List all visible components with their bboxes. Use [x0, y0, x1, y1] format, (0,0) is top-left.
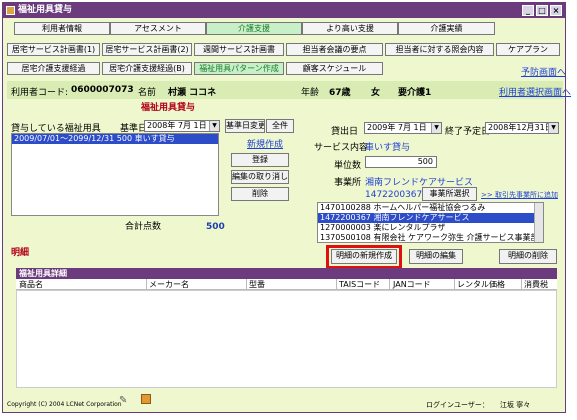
- user-gender: 女: [371, 88, 381, 98]
- list-item[interactable]: 1472200367 湘南フレンドケアサービス: [318, 213, 543, 223]
- dropdown-arrow-icon: ▼: [209, 121, 219, 131]
- maximize-button[interactable]: □: [536, 5, 548, 16]
- dropdown-arrow-icon: ▼: [431, 123, 441, 133]
- list-item[interactable]: 2009/07/01～2099/12/31 500 車いす貸与: [12, 134, 218, 144]
- col-maker: メーカー名: [149, 280, 189, 289]
- nav-weekly-plan[interactable]: 週間サービス計画書: [194, 43, 284, 56]
- app-logo-icon[interactable]: [141, 394, 151, 404]
- window-title: 福祉用具貸与: [18, 5, 73, 15]
- user-select-link[interactable]: 利用者選択画面へ: [499, 85, 571, 98]
- cancel-edit-button[interactable]: 編集の取り消し: [231, 170, 289, 184]
- grid-header-row: 商品名 メーカー名 型番 TAISコード JANコード レンタル価格 消費税: [16, 279, 557, 290]
- login-user-label: ログインユーザー：: [426, 401, 489, 409]
- nav-support-progress[interactable]: 居宅介護支援経過: [7, 62, 100, 75]
- login-user-name: 江坂 寧々: [500, 401, 531, 409]
- col-tax: 消費税: [524, 280, 548, 289]
- list-item[interactable]: 1270000003 楽にレンタルプラザ: [318, 223, 543, 233]
- minimize-button[interactable]: _: [522, 5, 534, 16]
- office-code: 1472200367: [365, 190, 423, 200]
- delete-button[interactable]: 削除: [231, 187, 289, 201]
- all-button[interactable]: 全件: [266, 119, 294, 133]
- base-date-value: 2008年 7月 1日: [147, 121, 207, 130]
- col-tais: TAISコード: [339, 280, 381, 289]
- nav-assessment[interactable]: アセスメント: [110, 22, 206, 35]
- total-points-value: 500: [206, 222, 225, 232]
- grid-title: 福祉用具詳細: [16, 268, 557, 279]
- highlight-box: [326, 245, 402, 269]
- list-item[interactable]: 1470100288 ホームヘルパー福祉協会つるみ: [318, 203, 543, 213]
- nav-inquiry[interactable]: 担当者に対する照会内容: [385, 43, 494, 56]
- pen-icon[interactable]: ✎: [119, 395, 127, 406]
- col-product-name: 商品名: [19, 280, 43, 289]
- age-label: 年齢: [301, 88, 320, 98]
- delete-detail-button[interactable]: 明細の削除: [499, 249, 557, 264]
- list-item[interactable]: 1370500108 有限会社 ケアワーク弥生 介護サービス事業部: [318, 233, 543, 242]
- section-title: 福祉用具貸与: [141, 103, 196, 113]
- nav-care-plan[interactable]: ケアプラン: [496, 43, 560, 56]
- base-date-picker[interactable]: 2008年 7月 1日 ▼: [144, 120, 220, 132]
- service-content-label: サービス内容: [314, 143, 369, 153]
- edit-detail-button[interactable]: 明細の編集: [409, 249, 463, 264]
- base-date-change-button[interactable]: 基準日変更: [225, 119, 265, 133]
- nav-customer-schedule[interactable]: 顧客スケジュール: [286, 62, 383, 75]
- nav-care-plan-2[interactable]: 居宅サービス計画書(2): [102, 43, 192, 56]
- close-button[interactable]: ×: [550, 5, 562, 16]
- new-create-link[interactable]: 新規作成: [247, 137, 283, 150]
- app-icon: [6, 6, 15, 15]
- nav-higher-support[interactable]: より高い支援: [302, 22, 398, 35]
- nav-care-results[interactable]: 介護実績: [398, 22, 495, 35]
- rental-items-list[interactable]: 2009/07/01～2099/12/31 500 車いす貸与: [11, 133, 219, 216]
- detail-label: 明細: [11, 248, 30, 258]
- col-model: 型番: [249, 280, 265, 289]
- office-list[interactable]: 1470100288 ホームヘルパー福祉協会つるみ 1472200367 湘南フ…: [317, 202, 544, 243]
- forecast-link[interactable]: 予防画面へ: [521, 65, 566, 78]
- register-button[interactable]: 登録: [231, 153, 289, 167]
- user-age: 67歳: [329, 88, 351, 98]
- service-content-value: 車いす貸与: [365, 143, 411, 153]
- total-points-label: 合計点数: [125, 222, 162, 232]
- user-info-bar: 利用者コード: 0600007073 名前 村瀬 ココネ 年齢 67歳 女 要介…: [7, 81, 571, 99]
- end-date-picker[interactable]: 2008年12月31日 ▼: [485, 122, 559, 134]
- main-window: 福祉用具貸与 _ □ × 利用者情報 アセスメント 介護支援 より高い支援 介護…: [2, 2, 571, 413]
- office-label: 事業所: [334, 178, 362, 188]
- rent-date-picker[interactable]: 2009年 7月 1日 ▼: [364, 122, 442, 134]
- scrollbar[interactable]: [534, 203, 543, 242]
- end-date-value: 2008年12月31日: [488, 123, 553, 132]
- office-select-button[interactable]: 事業所選択: [422, 187, 477, 201]
- copyright: Copyright (C) 2004 LCNet Corporation: [7, 401, 122, 408]
- nav-welfare-pattern[interactable]: 福祉用具パターン作成: [194, 62, 284, 75]
- nav-user-info[interactable]: 利用者情報: [14, 22, 110, 35]
- rent-date-value: 2009年 7月 1日: [367, 123, 427, 132]
- care-level: 要介護1: [398, 88, 432, 98]
- nav-care-support[interactable]: 介護支援: [206, 22, 302, 35]
- rent-date-label: 貸出日: [331, 127, 359, 137]
- dropdown-arrow-icon: ▼: [548, 123, 558, 133]
- units-label: 単位数: [334, 161, 362, 171]
- add-to-office-link[interactable]: >> 取引先事業所に追加: [481, 190, 558, 200]
- detail-grid[interactable]: [16, 290, 557, 388]
- nav-care-plan-1[interactable]: 居宅サービス計画書(1): [7, 43, 100, 56]
- nav-meeting-points[interactable]: 担当者会議の要点: [286, 43, 383, 56]
- user-name: 村瀬 ココネ: [168, 88, 217, 98]
- user-code: 0600007073: [71, 85, 134, 95]
- end-date-label: 終了予定日: [445, 127, 491, 137]
- col-rental-price: レンタル価格: [457, 280, 505, 289]
- title-bar: 福祉用具貸与 _ □ ×: [3, 3, 565, 18]
- name-label: 名前: [138, 88, 157, 98]
- nav-support-progress-b[interactable]: 居宅介護支援経過(B): [102, 62, 192, 75]
- units-input[interactable]: 500: [365, 156, 437, 168]
- col-jan: JANコード: [393, 280, 431, 289]
- user-code-label: 利用者コード:: [11, 88, 69, 98]
